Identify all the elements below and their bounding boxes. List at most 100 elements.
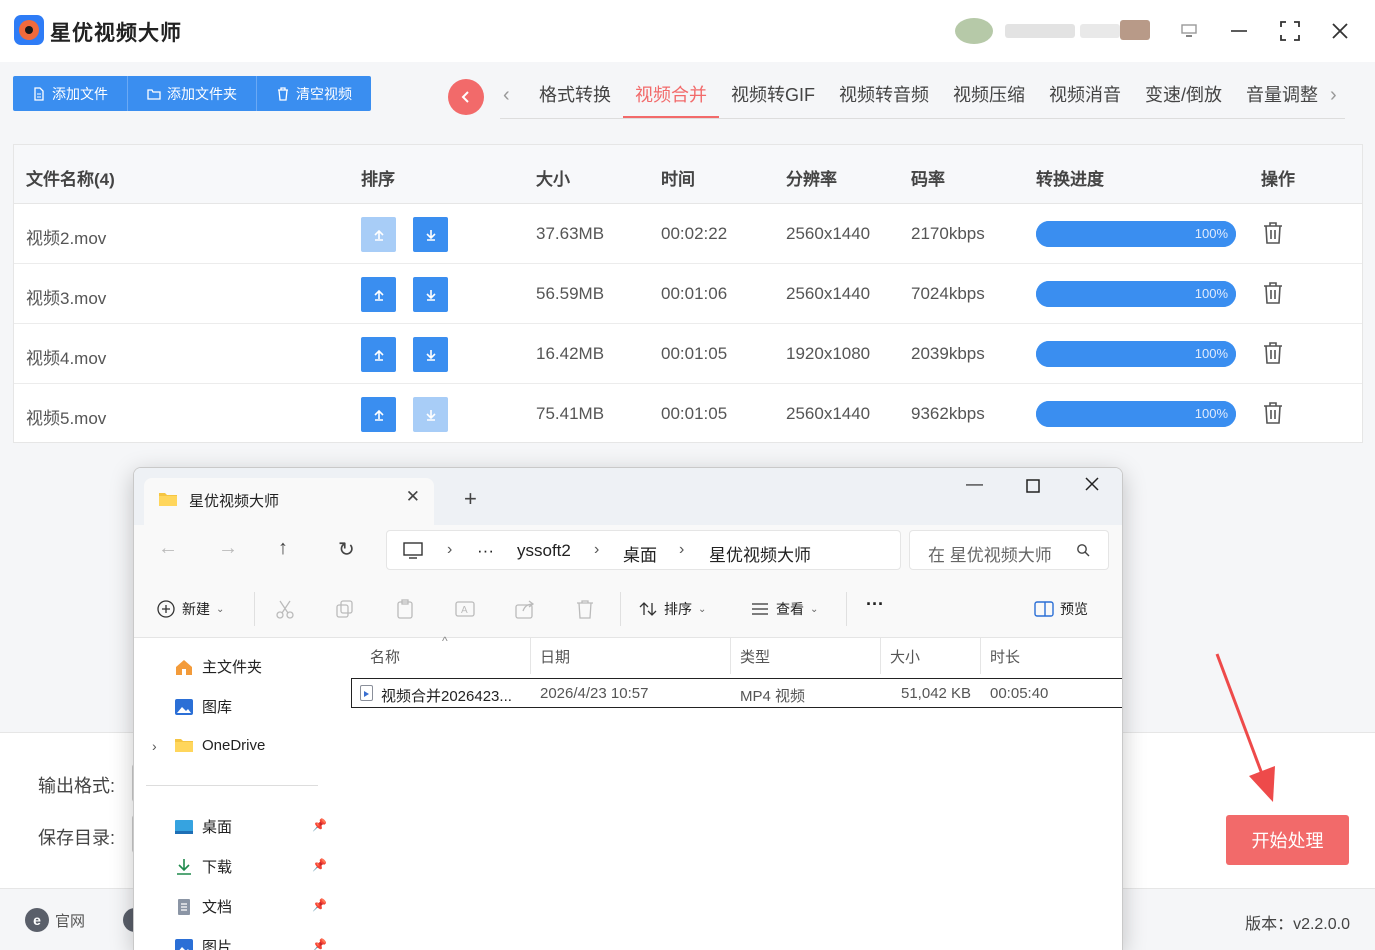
file-time: 00:01:05 [661, 404, 728, 423]
forward-arrow-icon[interactable]: → [218, 537, 238, 560]
share-icon[interactable] [514, 598, 536, 620]
explorer-search[interactable]: 在 星优视频大师 [909, 530, 1109, 570]
table-row[interactable]: 视频5.mov 75.41MB 00:01:05 2560x1440 9362k… [14, 384, 1362, 444]
paste-icon[interactable] [394, 598, 416, 620]
explorer-maximize-icon[interactable] [1026, 478, 1040, 498]
progress-label: 100% [1194, 346, 1228, 361]
breadcrumb-yssoft2[interactable]: yssoft2 [517, 541, 571, 561]
tab-video-mute[interactable]: 视频消音 [1037, 80, 1133, 118]
column-date[interactable]: 日期 [540, 646, 570, 667]
column-duration[interactable]: 时长 [990, 646, 1020, 667]
back-arrow-icon[interactable]: ← [158, 537, 178, 560]
document-icon [178, 898, 190, 915]
sidebar-item-documents[interactable]: 文档 [174, 896, 232, 917]
chevron-right-icon[interactable]: › [152, 738, 157, 754]
sidebar-item-home[interactable]: 主文件夹 [174, 656, 262, 677]
search-placeholder: 在 星优视频大师 [928, 546, 1052, 565]
refresh-icon[interactable]: ↻ [338, 537, 355, 562]
delete-icon[interactable] [1262, 221, 1284, 245]
table-row[interactable]: 视频2.mov 37.63MB 00:02:22 2560x1440 2170k… [14, 204, 1362, 264]
clear-videos-button[interactable]: 清空视频 [257, 76, 371, 111]
cut-icon[interactable] [274, 598, 296, 620]
tabs-scroll-right-icon[interactable]: › [1330, 84, 1337, 107]
file-name: 视频合并2026423... [381, 688, 512, 705]
column-name[interactable]: 名称 [370, 646, 400, 667]
column-size[interactable]: 大小 [890, 646, 920, 667]
table-row[interactable]: 视频4.mov 16.42MB 00:01:05 1920x1080 2039k… [14, 324, 1362, 384]
title-bar: 星优视频大师 [0, 0, 1375, 62]
delete-icon[interactable] [574, 598, 596, 620]
clear-videos-label: 清空视频 [296, 85, 352, 102]
tab-video-to-audio[interactable]: 视频转音频 [827, 80, 941, 118]
tab-video-to-gif[interactable]: 视频转GIF [719, 80, 827, 118]
delete-icon[interactable] [1262, 281, 1284, 305]
tab-volume-adjust[interactable]: 音量调整 [1234, 80, 1330, 118]
back-button[interactable] [448, 79, 484, 115]
breadcrumb-current-folder[interactable]: 星优视频大师 [709, 541, 811, 566]
explorer-minimize-icon[interactable]: — [966, 474, 983, 494]
move-down-button[interactable] [413, 217, 448, 252]
add-folder-button[interactable]: 添加文件夹 [128, 76, 257, 111]
add-file-button[interactable]: 添加文件 [13, 76, 128, 111]
preview-button[interactable]: 预览 [1034, 599, 1088, 619]
breadcrumb-desktop[interactable]: 桌面 [623, 541, 657, 566]
pin-icon[interactable]: 📌 [312, 858, 327, 872]
pin-icon[interactable]: 📌 [312, 898, 327, 912]
user-account-blurred[interactable] [955, 16, 1155, 44]
sidebar-item-desktop[interactable]: 桌面 [174, 816, 232, 837]
menu-icon[interactable] [1172, 14, 1206, 48]
breadcrumb-ellipsis[interactable]: ··· [477, 541, 494, 561]
delete-icon[interactable] [1262, 341, 1284, 365]
tabs-scroll-left-icon[interactable]: ‹ [503, 84, 510, 107]
move-down-button[interactable] [413, 277, 448, 312]
move-down-button[interactable] [413, 337, 448, 372]
rename-icon[interactable]: A [454, 598, 476, 620]
move-up-button[interactable] [361, 277, 396, 312]
add-file-label: 添加文件 [52, 85, 108, 102]
copy-icon[interactable] [334, 598, 356, 620]
start-processing-button[interactable]: 开始处理 [1226, 815, 1349, 865]
tab-video-compress[interactable]: 视频压缩 [941, 80, 1037, 118]
official-site-link[interactable]: e 官网 [25, 908, 85, 932]
file-type: MP4 视频 [740, 688, 806, 705]
pin-icon[interactable]: 📌 [312, 818, 327, 832]
sort-button[interactable]: 排序 ⌄ [638, 599, 706, 619]
more-button[interactable]: ··· [866, 594, 884, 615]
close-tab-icon[interactable]: ✕ [406, 487, 420, 507]
pin-icon[interactable]: 📌 [312, 938, 327, 950]
sidebar-item-downloads[interactable]: 下载 [174, 856, 232, 877]
computer-icon [403, 542, 423, 559]
sidebar-item-gallery[interactable]: 图库 [174, 696, 232, 717]
cmd-divider [846, 592, 847, 626]
tab-video-merge[interactable]: 视频合并 [623, 80, 719, 118]
file-name: 视频4.mov [26, 349, 107, 368]
new-tab-icon[interactable]: + [464, 486, 477, 512]
explorer-tab[interactable]: 星优视频大师 ✕ [144, 478, 434, 525]
sidebar-item-onedrive[interactable]: OneDrive [174, 736, 265, 754]
sidebar-item-pictures[interactable]: 图片 [174, 936, 232, 950]
minimize-icon[interactable] [1222, 14, 1256, 48]
explorer-close-icon[interactable] [1084, 476, 1100, 497]
gallery-icon [175, 698, 193, 715]
up-arrow-icon[interactable]: ↑ [278, 537, 288, 560]
delete-icon[interactable] [1262, 401, 1284, 425]
file-list-item[interactable]: 视频合并2026423... 2026/4/23 10:57 MP4 视频 51… [351, 678, 1122, 708]
view-button[interactable]: 查看 ⌄ [750, 599, 818, 619]
address-field[interactable]: › ··· yssoft2 › 桌面 › 星优视频大师 [386, 530, 901, 570]
file-size: 16.42MB [536, 344, 605, 363]
tabs-divider [500, 118, 1345, 119]
arrow-down-icon [425, 409, 436, 421]
maximize-icon[interactable] [1273, 14, 1307, 48]
red-arrow-annotation-icon [1215, 653, 1275, 802]
tab-speed-reverse[interactable]: 变速/倒放 [1133, 80, 1234, 118]
close-icon[interactable] [1323, 14, 1357, 48]
breadcrumb-sep: › [679, 541, 685, 558]
column-type[interactable]: 类型 [740, 646, 770, 667]
tab-format-convert[interactable]: 格式转换 [527, 80, 623, 118]
new-button[interactable]: 新建 ⌄ [156, 599, 224, 619]
progress-bar: 100% [1036, 221, 1236, 247]
move-up-button[interactable] [361, 397, 396, 432]
move-up-button[interactable] [361, 337, 396, 372]
table-row[interactable]: 视频3.mov 56.59MB 00:01:06 2560x1440 7024k… [14, 264, 1362, 324]
arrow-down-icon [425, 349, 436, 361]
